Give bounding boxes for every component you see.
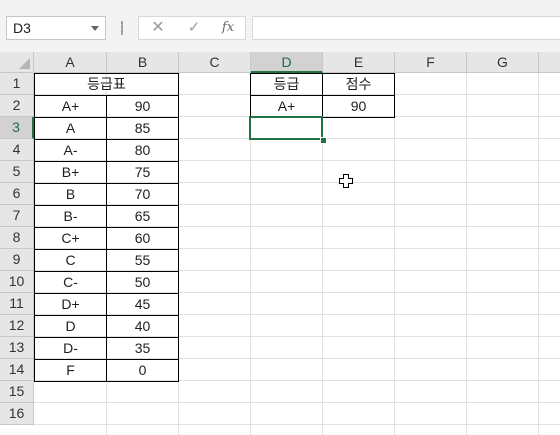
grade-cell[interactable]: D+: [34, 293, 107, 316]
score-cell[interactable]: 70: [106, 183, 179, 206]
cell-select-cross-cursor-icon: [338, 173, 354, 192]
score-cell[interactable]: 90: [106, 95, 179, 118]
row-header-8[interactable]: 8: [0, 227, 34, 249]
score-cell[interactable]: 55: [106, 249, 179, 272]
score-cell[interactable]: 45: [106, 293, 179, 316]
grade-cell[interactable]: C: [34, 249, 107, 272]
score-cell[interactable]: 75: [106, 161, 179, 184]
score-cell[interactable]: 35: [106, 337, 179, 360]
lookup-grade-header[interactable]: 등급: [250, 73, 323, 96]
grade-cell[interactable]: A-: [34, 139, 107, 162]
row-header-1[interactable]: 1: [0, 73, 34, 95]
formula-bar-buttons: ✕ ✓ fx: [138, 16, 246, 40]
row-header-7[interactable]: 7: [0, 205, 34, 227]
row-header-10[interactable]: 10: [0, 271, 34, 293]
row-header-11[interactable]: 11: [0, 293, 34, 315]
select-all-button[interactable]: [0, 52, 34, 73]
name-box-value: D3: [13, 20, 31, 36]
row-header-14[interactable]: 14: [0, 359, 34, 381]
active-cell-selection[interactable]: [249, 116, 323, 140]
row-header-4[interactable]: 4: [0, 139, 34, 161]
enter-check-icon[interactable]: ✓: [179, 18, 209, 38]
spreadsheet-grid[interactable]: A B C D E F G 1 2 3 4 5 6 7 8 9 10 11 12…: [0, 52, 560, 435]
row-header-2[interactable]: 2: [0, 95, 34, 117]
formula-bar-grip-icon: [121, 21, 123, 35]
column-header-a[interactable]: A: [34, 52, 107, 73]
score-cell[interactable]: 60: [106, 227, 179, 250]
row-header-3[interactable]: 3: [0, 117, 34, 139]
grade-cell[interactable]: F: [34, 359, 107, 382]
score-cell[interactable]: 50: [106, 271, 179, 294]
formula-input[interactable]: [252, 16, 560, 40]
fill-handle[interactable]: [320, 137, 327, 144]
score-cell[interactable]: 85: [106, 117, 179, 140]
grade-cell[interactable]: A+: [34, 95, 107, 118]
column-header-b[interactable]: B: [107, 52, 179, 73]
score-cell[interactable]: 0: [106, 359, 179, 382]
column-header-h-partial[interactable]: [539, 52, 560, 73]
gridline: [34, 424, 560, 425]
row-header-9[interactable]: 9: [0, 249, 34, 271]
score-cell[interactable]: 80: [106, 139, 179, 162]
score-cell[interactable]: 40: [106, 315, 179, 338]
row-header-5[interactable]: 5: [0, 161, 34, 183]
lookup-score-header[interactable]: 점수: [322, 73, 395, 96]
column-header-f[interactable]: F: [395, 52, 467, 73]
column-header-d[interactable]: D: [251, 52, 323, 73]
grade-cell[interactable]: B: [34, 183, 107, 206]
cancel-icon[interactable]: ✕: [143, 18, 173, 38]
select-all-triangle-icon: [19, 58, 30, 69]
row-header-15[interactable]: 15: [0, 381, 34, 403]
row-header-6[interactable]: 6: [0, 183, 34, 205]
grade-cell[interactable]: C+: [34, 227, 107, 250]
lookup-grade-value[interactable]: A+: [250, 95, 323, 118]
score-cell[interactable]: 65: [106, 205, 179, 228]
chevron-down-icon[interactable]: [91, 26, 99, 31]
column-header-c[interactable]: C: [179, 52, 251, 73]
grade-cell[interactable]: A: [34, 117, 107, 140]
lookup-score-value[interactable]: 90: [322, 95, 395, 118]
grade-cell[interactable]: B-: [34, 205, 107, 228]
grade-cell[interactable]: D-: [34, 337, 107, 360]
name-box[interactable]: D3: [6, 16, 106, 40]
grade-cell[interactable]: D: [34, 315, 107, 338]
gridline: [34, 402, 560, 403]
grade-table-title-cell[interactable]: 등급표: [34, 73, 179, 96]
column-header-g[interactable]: G: [467, 52, 539, 73]
row-header-16[interactable]: 16: [0, 403, 34, 425]
grade-cell[interactable]: B+: [34, 161, 107, 184]
formula-bar: D3 ✕ ✓ fx: [0, 0, 560, 54]
row-header-12[interactable]: 12: [0, 315, 34, 337]
row-header-13[interactable]: 13: [0, 337, 34, 359]
insert-function-icon[interactable]: fx: [213, 18, 243, 38]
column-header-e[interactable]: E: [323, 52, 395, 73]
grade-cell[interactable]: C-: [34, 271, 107, 294]
